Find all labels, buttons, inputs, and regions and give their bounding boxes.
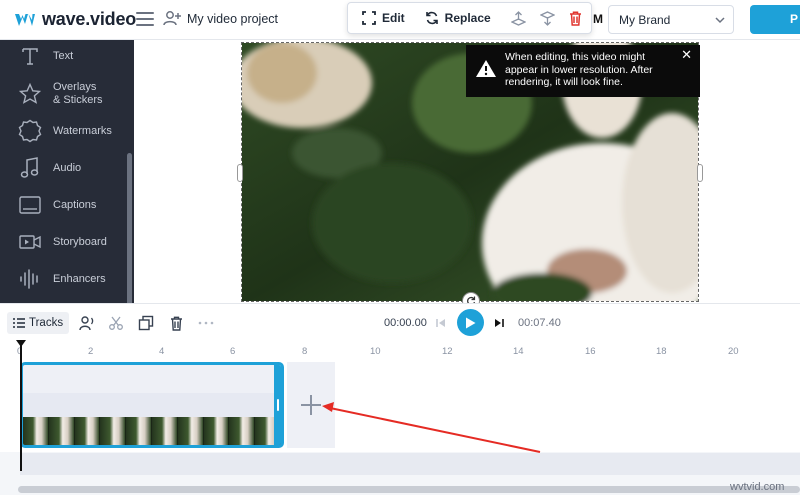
crop-frame-icon xyxy=(362,11,376,25)
sidebar-item-label: Enhancers xyxy=(53,272,106,285)
edit-button[interactable]: Edit xyxy=(362,11,405,25)
voiceover-icon[interactable] xyxy=(78,314,96,332)
tracks-label: Tracks xyxy=(29,317,64,329)
play-icon xyxy=(466,317,476,328)
resize-handle-left[interactable] xyxy=(237,164,243,182)
resize-handle-right[interactable] xyxy=(697,164,703,182)
publish-label: P xyxy=(790,12,799,26)
current-time: 00:00.00 xyxy=(384,317,427,329)
sidebar-item-label: Captions xyxy=(53,198,97,211)
playhead-marker[interactable] xyxy=(16,340,26,347)
tracks-button[interactable]: Tracks xyxy=(7,312,70,334)
list-icon xyxy=(13,318,25,328)
playhead[interactable] xyxy=(20,341,22,471)
sidebar-item-label: Storyboard xyxy=(53,235,107,248)
publish-button[interactable]: P xyxy=(750,5,800,34)
ruler-tick-label: 8 xyxy=(302,346,308,357)
edit-label: Edit xyxy=(382,11,405,25)
warning-icon xyxy=(475,59,497,82)
logo[interactable]: wave.video xyxy=(14,9,136,30)
delete-clip-icon[interactable] xyxy=(167,314,185,332)
audio-track[interactable] xyxy=(20,453,800,475)
storyboard-icon xyxy=(18,230,42,254)
ruler-tick-label: 4 xyxy=(159,346,165,357)
add-user-icon[interactable] xyxy=(163,10,181,31)
timeline: 0 2 4 6 8 10 12 14 16 18 20 xyxy=(0,340,800,495)
sidebar-item-label: Watermarks xyxy=(53,124,112,137)
plus-icon xyxy=(301,395,321,415)
ruler-tick-label: 10 xyxy=(370,346,381,357)
wave-logo-icon xyxy=(15,13,35,26)
sidebar-item-label: Overlays & Stickers xyxy=(53,81,103,106)
captions-icon xyxy=(18,193,42,217)
video-clip[interactable] xyxy=(20,362,284,448)
close-icon[interactable]: ✕ xyxy=(681,48,692,62)
clip-trim-handle[interactable] xyxy=(274,365,281,445)
notice-message: When editing, this video might appear in… xyxy=(505,51,653,88)
element-toolbar: Edit Replace xyxy=(347,2,592,34)
app-root: wave.video My video project Edit Replace xyxy=(0,0,800,495)
text-icon xyxy=(18,44,42,68)
skip-back-icon[interactable] xyxy=(432,314,450,332)
waveform-icon xyxy=(18,267,42,291)
add-scene-button[interactable] xyxy=(287,362,335,448)
sidebar-item-label: Text xyxy=(53,49,74,62)
refresh-icon xyxy=(425,11,438,25)
trash-icon[interactable] xyxy=(569,10,583,26)
ruler-tick-label: 2 xyxy=(88,346,94,357)
player-bar: Tracks 00:00.00 00:07.40 xyxy=(0,303,800,341)
sidebar-scrollbar[interactable] xyxy=(127,153,132,303)
sidebar-item-storyboard[interactable]: Storyboard xyxy=(0,224,128,260)
top-bar: wave.video My video project Edit Replace xyxy=(0,0,800,40)
ruler-tick-label: 12 xyxy=(442,346,453,357)
duplicate-icon[interactable] xyxy=(137,314,155,332)
brand-select-value: My Brand xyxy=(619,13,671,27)
sidebar-item-audio[interactable]: Audio xyxy=(0,150,128,186)
timeline-scrollbar[interactable] xyxy=(18,486,800,493)
replace-button[interactable]: Replace xyxy=(425,11,491,25)
project-title[interactable]: My video project xyxy=(187,12,278,26)
brand-badge: M xyxy=(593,12,603,26)
sidebar: Text Overlays & Stickers Watermarks Audi… xyxy=(0,40,134,303)
chevron-down-icon xyxy=(715,14,725,28)
play-button[interactable] xyxy=(457,309,484,336)
clip-thumbnails xyxy=(23,417,281,445)
sidebar-item-enhancers[interactable]: Enhancers xyxy=(0,261,128,297)
ruler-tick-label: 18 xyxy=(656,346,667,357)
star-icon xyxy=(18,82,42,106)
clip-band xyxy=(23,393,281,417)
watermark-icon xyxy=(18,119,42,143)
sidebar-item-overlays-stickers[interactable]: Overlays & Stickers xyxy=(0,76,128,112)
watermark-text: wvtvid.com xyxy=(730,481,785,493)
sidebar-item-captions[interactable]: Captions xyxy=(0,187,128,223)
ruler-tick-label: 20 xyxy=(728,346,739,357)
scissors-icon[interactable] xyxy=(107,314,125,332)
music-note-icon xyxy=(18,156,42,180)
menu-icon[interactable] xyxy=(136,12,154,26)
resolution-notice: When editing, this video might appear in… xyxy=(466,45,700,97)
bring-forward-icon[interactable] xyxy=(510,10,526,26)
ruler-tick-label: 6 xyxy=(230,346,236,357)
sidebar-item-watermarks[interactable]: Watermarks xyxy=(0,113,128,149)
ruler-tick-label: 16 xyxy=(585,346,596,357)
sidebar-item-text[interactable]: Text xyxy=(0,40,128,74)
total-time: 00:07.40 xyxy=(518,317,561,329)
logo-text: wave.video xyxy=(42,9,137,29)
replace-label: Replace xyxy=(444,11,491,25)
skip-forward-icon[interactable] xyxy=(490,314,508,332)
sidebar-item-label: Audio xyxy=(53,161,82,174)
send-backward-icon[interactable] xyxy=(539,10,555,26)
more-icon[interactable] xyxy=(197,314,215,332)
brand-select[interactable]: My Brand xyxy=(608,5,734,34)
timeline-ruler[interactable]: 0 2 4 6 8 10 12 14 16 18 20 xyxy=(0,341,800,361)
ruler-tick-label: 14 xyxy=(513,346,524,357)
